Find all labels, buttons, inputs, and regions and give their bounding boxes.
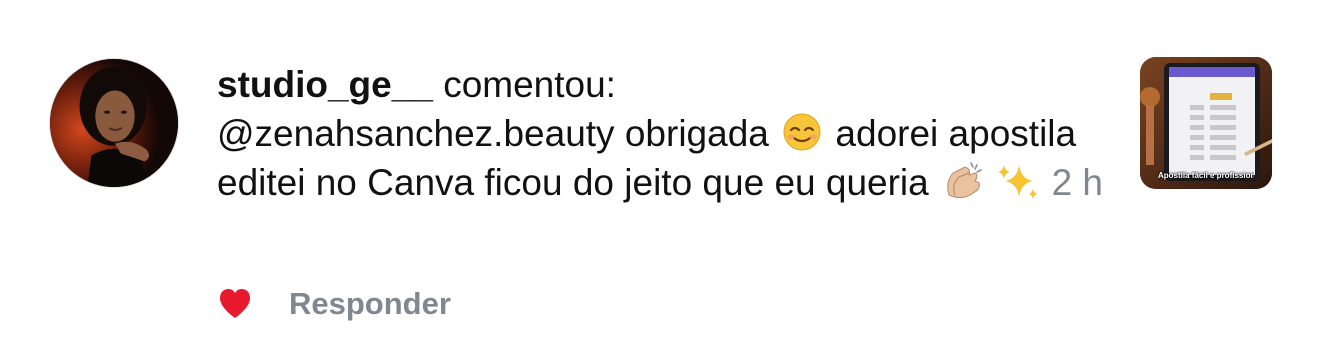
heart-icon	[220, 289, 250, 318]
comment-text-part1: obrigada	[624, 113, 769, 154]
comment-actions: Responder	[217, 284, 451, 324]
comment-text: studio_ge__ comentou: @zenahsanchez.beau…	[217, 60, 1117, 207]
thumbnail-image	[1140, 57, 1272, 189]
comment-username[interactable]: studio_ge__	[217, 64, 433, 105]
post-thumbnail[interactable]: Apostila fácil e profissional	[1140, 57, 1272, 189]
avatar-photo	[50, 59, 178, 187]
thumbnail-caption: Apostila fácil e profissional	[1158, 171, 1254, 180]
comment-mention[interactable]: @zenahsanchez.beauty	[217, 113, 615, 154]
comment-action: comentou:	[443, 64, 616, 105]
comment-notification: studio_ge__ comentou: @zenahsanchez.beau…	[0, 0, 1320, 359]
reply-button[interactable]: Responder	[289, 286, 451, 322]
user-avatar[interactable]	[49, 58, 179, 188]
like-button[interactable]	[217, 287, 253, 321]
smiling-face-icon	[779, 112, 825, 152]
comment-time: 2 h	[1051, 162, 1104, 203]
sparkles-icon	[995, 161, 1041, 201]
clapping-hands-icon	[939, 161, 985, 201]
